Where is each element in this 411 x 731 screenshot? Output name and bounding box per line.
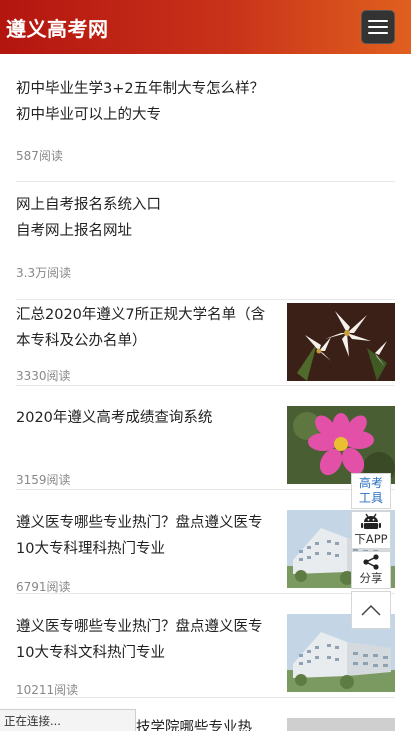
article-title[interactable]: 汇总2020年遵义7所正规大学名单（含本专科及公办名单）: [16, 302, 276, 354]
back-to-top-button[interactable]: [351, 591, 391, 629]
download-app-label: 下APP: [354, 532, 388, 546]
menu-icon-bar: [368, 26, 388, 28]
site-title[interactable]: 遵义高考网: [6, 13, 109, 42]
gaokao-tools-label: 工具: [358, 491, 383, 505]
gaokao-tools-label: 高考: [358, 476, 383, 490]
read-count: 587阅读: [16, 149, 63, 163]
article-item[interactable]: 汇总2020年遵义7所正规大学名单（含本专科及公办名单） 3330阅读: [16, 300, 395, 386]
android-icon: [361, 513, 381, 529]
menu-icon-bar: [368, 32, 388, 34]
read-count: 10211阅读: [16, 683, 79, 697]
read-count: 3159阅读: [16, 473, 71, 487]
read-count: 3330阅读: [16, 369, 71, 383]
article-item[interactable]: 网上自考报名系统入口 自考网上报名网址 3.3万阅读: [16, 182, 395, 300]
download-app-button[interactable]: 下APP: [351, 511, 391, 549]
article-title-line: 初中毕业可以上的大专: [16, 107, 161, 123]
lily-flower-image: [287, 303, 395, 381]
chevron-up-icon: [361, 604, 381, 616]
article-title-line: 初中毕业生学3+2五年制大专怎么样？: [16, 81, 265, 97]
menu-button[interactable]: [361, 10, 395, 44]
article-title[interactable]: 初中毕业生学3+2五年制大专怎么样？ 初中毕业可以上的大专: [16, 76, 264, 128]
site-header: 遵义高考网: [0, 0, 411, 54]
menu-icon-bar: [368, 20, 388, 22]
share-icon: [363, 554, 379, 570]
share-button[interactable]: 分享: [351, 551, 391, 589]
article-title[interactable]: 网上自考报名系统入口 自考网上报名网址: [16, 192, 161, 244]
floating-toolbar: 高考 工具 下APP 分享: [351, 473, 391, 631]
read-count: 6791阅读: [16, 580, 71, 594]
article-item[interactable]: 初中毕业生学3+2五年制大专怎么样？ 初中毕业可以上的大专 587阅读: [16, 54, 395, 182]
article-thumbnail[interactable]: [287, 718, 395, 731]
share-label: 分享: [359, 571, 383, 585]
article-title[interactable]: 遵义医专哪些专业热门？盘点遵义医专10大专科文科热门专业: [16, 614, 276, 666]
article-title-line: 自考网上报名网址: [16, 223, 132, 239]
article-title-line: 网上自考报名系统入口: [16, 197, 161, 213]
article-item[interactable]: 2020年遵义高考成绩查询系统 3159阅读: [16, 386, 395, 490]
article-title[interactable]: 遵义医专哪些专业热门？盘点遵义医专10大专科理科热门专业: [16, 510, 276, 562]
loading-status: 正在连接...: [0, 709, 136, 731]
article-thumbnail-lily[interactable]: [287, 303, 395, 381]
article-item[interactable]: 遵义医专哪些专业热门？盘点遵义医专10大专科文科热门专业 10211阅读: [16, 594, 395, 698]
article-item[interactable]: 遵义医专哪些专业热门？盘点遵义医专10大专科理科热门专业 6791阅读: [16, 490, 395, 594]
read-count: 3.3万阅读: [16, 266, 72, 280]
gaokao-tools-button[interactable]: 高考 工具: [351, 473, 391, 509]
article-title[interactable]: 2020年遵义高考成绩查询系统: [16, 405, 276, 431]
